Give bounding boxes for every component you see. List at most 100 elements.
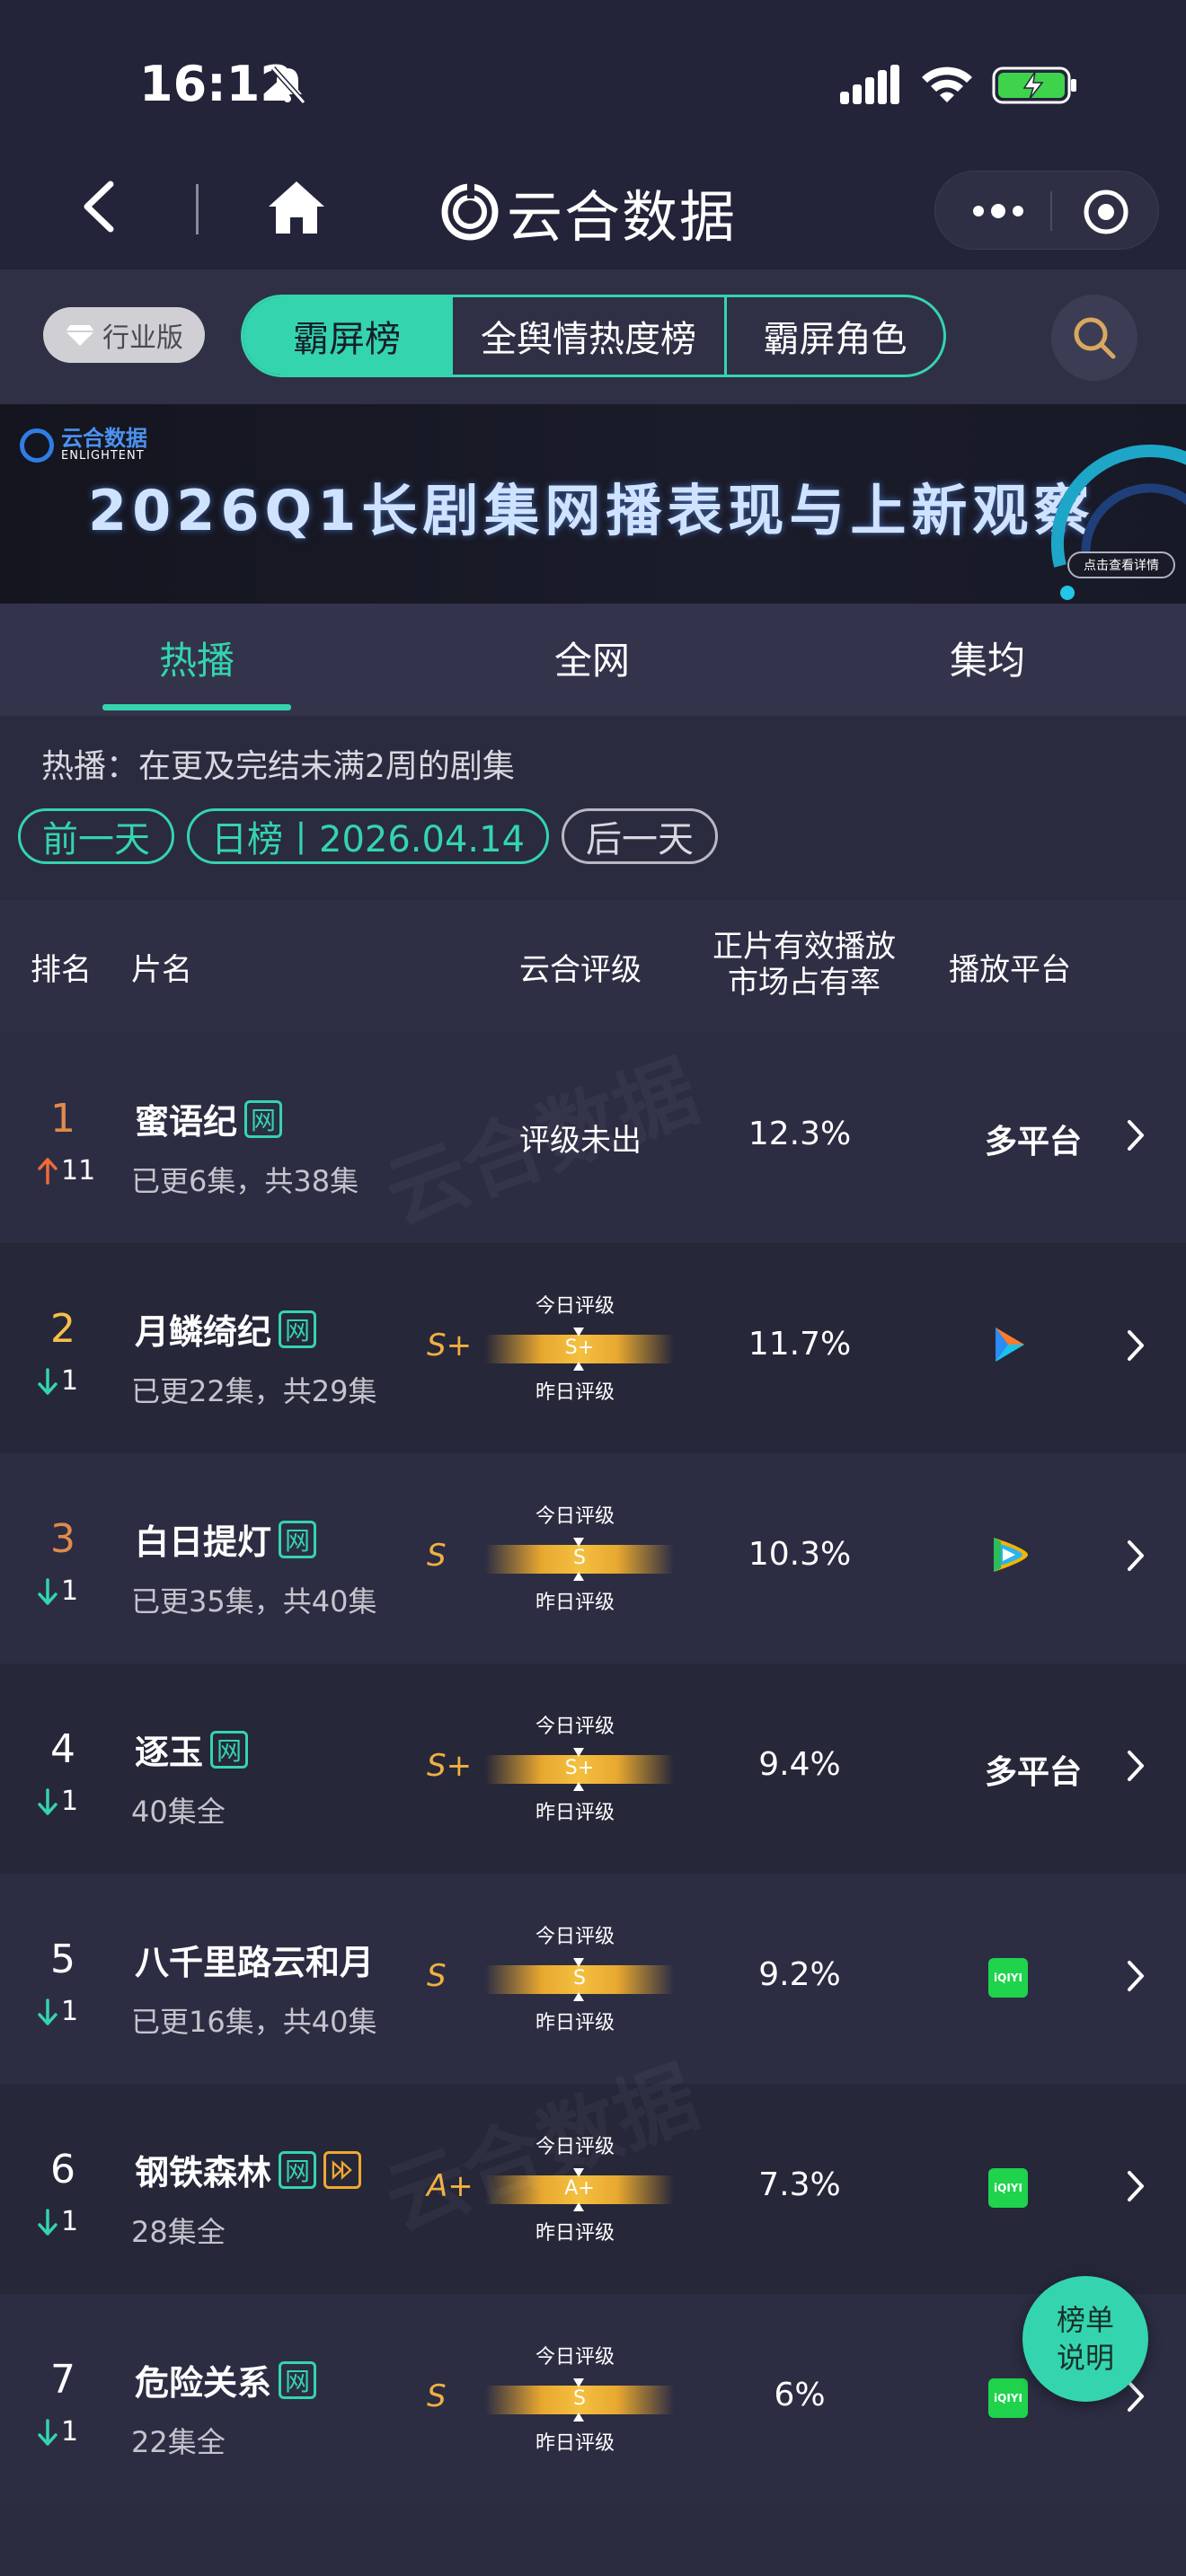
ranking-row[interactable]: 5 1 八千里路云和月 已更16集，共40集 S 今日评级 S 昨日评级 9.2% iQI… [0, 1874, 1186, 2084]
yesterday-rating-label: 昨日评级 [535, 2432, 615, 2455]
episode-info: 已更35集，共40集 [131, 1584, 377, 1619]
ranking-row[interactable]: 7 1 危险关系网 22集全 S 今日评级 S 昨日评级 6% iQIYI [0, 2294, 1186, 2504]
episode-info: 22集全 [131, 2425, 226, 2459]
chevron-right-icon[interactable] [1125, 1328, 1146, 1363]
col-rating: 云合评级 [519, 952, 642, 988]
episode-info: 已更16集，共40集 [131, 2005, 377, 2039]
market-share: 9.4% [758, 1746, 841, 1783]
ranking-row[interactable]: 6 1 钢铁森林网 28集全 A+ 今日评级 A+ 昨日评级 7.3% iQIYI [0, 2084, 1186, 2294]
help-line2: 说明 [1056, 2341, 1114, 2375]
drama-title-text: 白日提灯 [135, 1522, 272, 1562]
wifi-icon [922, 66, 972, 102]
col-share-line2: 市场占有率 [728, 965, 881, 1001]
network-tag: 网 [279, 2360, 317, 2399]
yesterday-marker [573, 1362, 584, 1371]
network-tag: 网 [279, 1310, 317, 1348]
rating-letter: S+ [427, 1748, 473, 1784]
banner-cta[interactable]: 点击查看详情 [1067, 551, 1175, 578]
drama-title-text: 危险关系 [135, 2363, 272, 2403]
current-date-selector[interactable]: 日榜丨2026.04.14 [187, 808, 550, 864]
nav-title: 云合数据 [507, 184, 738, 250]
ranking-row[interactable]: 2 1 月鳞绮纪网已更22集，共29集 S+ 今日评级 S+ 昨日评级 11.7% [0, 1243, 1186, 1453]
market-share: 12.3% [748, 1116, 852, 1152]
rating-bar: 今日评级 A+ 昨日评级 [485, 2136, 674, 2245]
segment-public-opinion[interactable]: 全舆情热度榜 [453, 297, 727, 375]
search-icon [1074, 317, 1116, 359]
industry-edition-badge[interactable]: 行业版 [43, 307, 205, 363]
signal-icon [840, 65, 899, 104]
today-rating-label: 今日评级 [535, 1295, 615, 1318]
back-icon[interactable] [76, 175, 121, 238]
ranking-row[interactable]: 3 1 白日提灯网已更35集，共40集 S 今日评级 S 昨日评级 10.3% [0, 1453, 1186, 1663]
yesterday-rating-label: 昨日评级 [535, 2222, 615, 2245]
tab-all-network[interactable]: 全网 [502, 631, 682, 685]
chevron-right-icon[interactable] [1125, 1117, 1146, 1153]
more-icon[interactable] [969, 197, 1027, 225]
drama-title: 钢铁森林网 [135, 2145, 362, 2194]
prev-day-button[interactable]: 前一天 [18, 808, 174, 864]
drama-title: 八千里路云和月 [135, 1935, 374, 1984]
rating-bar: 今日评级 S+ 昨日评级 [485, 1295, 674, 1404]
today-marker [573, 2168, 584, 2177]
episode-info: 已更22集，共29集 [131, 1374, 377, 1408]
chevron-right-icon[interactable] [1125, 1748, 1146, 1784]
drama-title: 危险关系网 [135, 2355, 317, 2404]
chevron-right-icon[interactable] [1125, 2168, 1146, 2204]
col-share: 正片有效播放 市场占有率 [710, 929, 898, 1001]
segment-bapingbang[interactable]: 霸屏榜 [243, 297, 453, 375]
col-share-line1: 正片有效播放 [712, 929, 896, 965]
yesterday-rating-label: 昨日评级 [535, 2012, 615, 2034]
rank-change: 1 [38, 2416, 78, 2448]
rank-change-value: 1 [61, 1365, 79, 1397]
today-marker [573, 1538, 584, 1547]
rank-number: 6 [50, 2147, 75, 2192]
close-miniprogram-icon[interactable] [1082, 188, 1130, 236]
home-icon[interactable] [265, 178, 328, 237]
episode-info: 28集全 [131, 2215, 226, 2249]
rank-change-value: 1 [61, 1996, 79, 2027]
trend-down-icon [38, 1998, 58, 2025]
today-rating-label: 今日评级 [535, 2346, 615, 2369]
mute-bell-icon [270, 66, 306, 105]
rank-number: 7 [50, 2357, 75, 2403]
ranking-help-button[interactable]: 榜单 说明 [1022, 2276, 1148, 2402]
battery-charging-icon [992, 66, 1076, 104]
col-name: 片名 [131, 952, 192, 988]
rank-number: 4 [50, 1726, 75, 1772]
rank-change: 1 [38, 1786, 78, 1817]
chevron-right-icon[interactable] [1125, 1538, 1146, 1574]
date-navigator: 前一天 日榜丨2026.04.14 后一天 [18, 808, 730, 868]
trend-up-icon [38, 1157, 58, 1185]
today-rating-label: 今日评级 [535, 2136, 615, 2158]
today-rating-label: 今日评级 [535, 1716, 615, 1738]
iqiyi-icon: iQIYI [988, 2168, 1028, 2208]
ranking-row[interactable]: 1 11 蜜语纪网已更6集，共38集 评级未出 12.3% 多平台 [0, 1033, 1186, 1243]
tencent-video-icon [994, 1538, 1028, 1572]
drama-title-text: 逐玉 [135, 1733, 204, 1772]
tab-per-episode[interactable]: 集均 [898, 631, 1077, 685]
promo-banner[interactable]: 云合数据 ENLIGHTENT 2026Q1长剧集网播表现与上新观察 点击查看详… [0, 404, 1186, 604]
rank-number: 3 [50, 1516, 75, 1562]
rating-bar-value: S [573, 1547, 586, 1569]
rank-change: 1 [38, 2206, 78, 2237]
tab-hot[interactable]: 热播 [107, 631, 287, 685]
mini-program-capsule [934, 171, 1159, 250]
yesterday-rating-label: 昨日评级 [535, 1592, 615, 1614]
trend-down-icon [38, 2208, 58, 2236]
today-marker [573, 1328, 584, 1337]
drama-title-text: 蜜语纪 [135, 1102, 238, 1142]
segment-characters[interactable]: 霸屏角色 [727, 297, 943, 375]
chevron-right-icon[interactable] [1125, 1958, 1146, 1994]
ranking-row[interactable]: 4 1 逐玉网 40集全 S+ 今日评级 S+ 昨日评级 9.4% 多平台 [0, 1663, 1186, 1874]
banner-logo-text: 云合数据 [61, 426, 147, 451]
yesterday-marker [573, 2202, 584, 2211]
search-button[interactable] [1051, 295, 1137, 381]
youku-icon [996, 1328, 1024, 1362]
rating-bar-value: S+ [564, 1757, 595, 1779]
next-day-button[interactable]: 后一天 [562, 808, 719, 864]
yesterday-marker [573, 1782, 584, 1791]
drama-title-text: 钢铁森林 [135, 2153, 272, 2192]
hot-description: 热播：在更及完结未满2周的剧集 [41, 748, 515, 785]
banner-logo-icon [20, 428, 54, 463]
drama-title: 月鳞绮纪网 [135, 1304, 317, 1354]
